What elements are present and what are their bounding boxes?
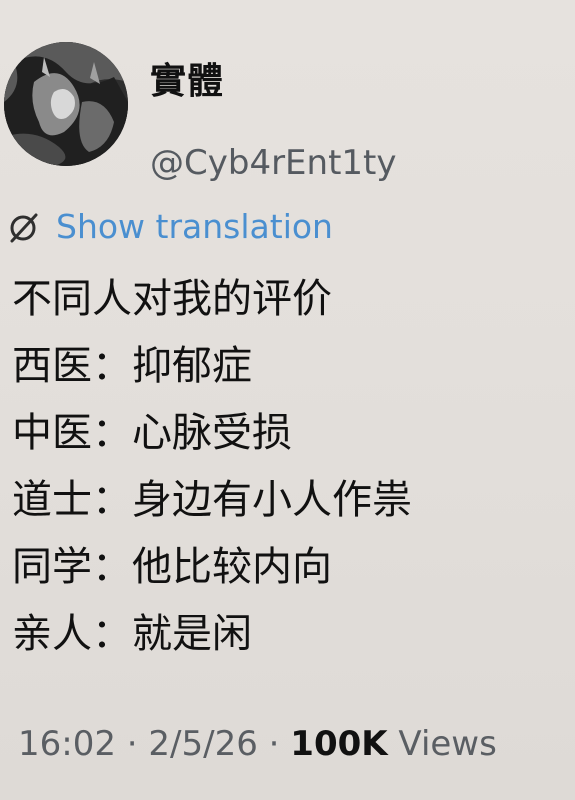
tweet-time[interactable]: 16:02 [18, 724, 116, 764]
tweet-card: 實體 @Cyb4rEnt1ty Show translation 不同人对我的评… [0, 0, 575, 800]
tweet-header: 實體 @Cyb4rEnt1ty [0, 40, 575, 183]
tweet-line: 中医：心脉受损 [12, 410, 292, 456]
views-count[interactable]: 100K [290, 724, 387, 764]
meta-separator: · [257, 724, 291, 764]
views-label: Views [387, 724, 497, 764]
avatar-image [4, 42, 128, 166]
avatar[interactable] [4, 42, 128, 166]
tweet-line: 道士：身边有小人作祟 [12, 477, 412, 523]
tweet-line: 不同人对我的评价 [12, 276, 332, 322]
tweet-date[interactable]: 2/5/26 [148, 724, 257, 764]
show-translation-link[interactable]: Show translation [56, 207, 333, 247]
tweet-meta: 16:02 · 2/5/26 · 100K Views [18, 722, 497, 766]
tweet-line: 同学：他比较内向 [12, 544, 332, 590]
tweet-line: 亲人：就是闲 [12, 611, 252, 657]
display-name[interactable]: 實體 [150, 60, 224, 104]
tweet-line: 西医：抑郁症 [12, 343, 252, 389]
user-handle[interactable]: @Cyb4rEnt1ty [150, 143, 397, 183]
translate-icon [6, 209, 42, 245]
meta-separator: · [115, 724, 149, 764]
translate-row[interactable]: Show translation [6, 205, 333, 249]
tweet-text: 不同人对我的评价 西医：抑郁症 中医：心脉受损 道士：身边有小人作祟 同学：他比… [12, 266, 567, 668]
